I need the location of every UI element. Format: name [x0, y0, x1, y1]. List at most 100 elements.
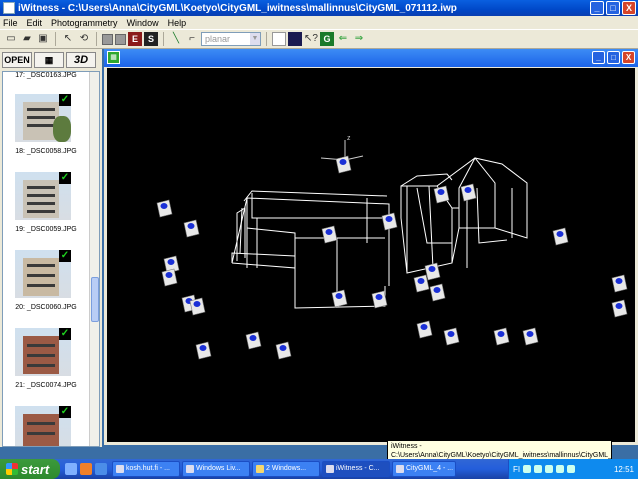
window-icon [116, 465, 124, 473]
task-button[interactable]: Windows Liv... [182, 461, 250, 477]
maximize-button[interactable]: □ [606, 1, 620, 15]
thumbnail-label: 19: _DSC0059.JPG [15, 226, 77, 233]
check-icon[interactable]: ✓ [59, 250, 71, 262]
camera-marker[interactable] [493, 327, 510, 346]
thumbnail-list[interactable]: 17: _DSC0163.JPG ✓ 18: _DSC0058.JPG ✓ 19… [2, 71, 100, 447]
menu-window[interactable]: Window [127, 18, 159, 28]
mode-combo[interactable]: planar ▼ [201, 32, 261, 46]
thumbnail-scrollbar[interactable] [89, 72, 99, 446]
open-icon[interactable]: ▰ [20, 32, 34, 46]
polyline-icon[interactable]: ⌐ [185, 32, 199, 46]
back-arrow-icon[interactable]: ⇐ [336, 32, 350, 46]
help-pointer-icon[interactable]: ↖? [304, 32, 318, 46]
camera-marker[interactable] [156, 199, 173, 218]
camera-marker[interactable] [335, 155, 352, 174]
firefox-icon[interactable] [80, 463, 92, 475]
camera-marker[interactable] [189, 297, 206, 316]
quick-launch [60, 463, 112, 475]
scrollbar-thumb[interactable] [91, 277, 99, 322]
media-icon[interactable] [95, 463, 107, 475]
save-icon[interactable]: ▣ [36, 32, 50, 46]
menu-help[interactable]: Help [168, 18, 187, 28]
camera-marker[interactable] [413, 274, 430, 293]
check-icon[interactable]: ✓ [59, 172, 71, 184]
start-label: start [21, 461, 50, 477]
E-icon[interactable]: E [128, 32, 142, 46]
camera-marker[interactable] [371, 290, 388, 309]
system-tray: FI 12:51 [508, 459, 638, 479]
check-icon[interactable]: ✓ [59, 406, 71, 418]
camera-marker[interactable] [195, 341, 212, 360]
grey-square-icon[interactable] [115, 33, 126, 45]
chevron-down-icon[interactable]: ▼ [250, 33, 260, 45]
start-button[interactable]: start [0, 459, 60, 479]
network-icon[interactable] [567, 465, 576, 473]
camera-marker[interactable] [424, 262, 441, 281]
task-button[interactable]: 2 Windows... [252, 461, 320, 477]
tray-icon[interactable] [523, 465, 532, 473]
camera-marker[interactable] [331, 289, 348, 308]
window-icon [396, 465, 404, 473]
child-close-button[interactable]: X [622, 51, 635, 64]
3d-button[interactable]: 3D [66, 52, 96, 68]
camera-marker[interactable] [321, 225, 338, 244]
task-button[interactable]: kosh.hut.fi - ... [112, 461, 180, 477]
camera-marker[interactable] [275, 341, 292, 360]
camera-marker[interactable] [433, 185, 450, 204]
camera-marker[interactable] [443, 327, 460, 346]
building-2-wireframe [400, 157, 528, 274]
S-icon[interactable]: S [144, 32, 158, 46]
rotate-icon[interactable]: ⟲ [77, 32, 91, 46]
tray-icon[interactable] [534, 465, 543, 473]
camera-marker[interactable] [416, 320, 433, 339]
camera-marker[interactable] [611, 274, 628, 293]
new-icon[interactable]: ▭ [4, 32, 18, 46]
task-button[interactable]: iWitness - C... [322, 461, 390, 477]
camera-marker[interactable] [381, 212, 398, 231]
folder-icon [256, 465, 264, 473]
volume-icon[interactable] [556, 465, 565, 473]
mode-combo-value: planar [205, 34, 231, 44]
language-indicator[interactable]: FI [513, 465, 520, 474]
white-square-icon[interactable] [272, 32, 286, 46]
building-1-wireframe [231, 190, 390, 309]
forward-arrow-icon[interactable]: ⇒ [352, 32, 366, 46]
close-button[interactable]: X [622, 1, 636, 15]
camera-marker[interactable] [460, 183, 477, 202]
menu-edit[interactable]: Edit [27, 18, 43, 28]
tray-icon[interactable] [545, 465, 554, 473]
camera-marker[interactable] [552, 227, 569, 246]
camera-marker[interactable] [183, 219, 200, 238]
grey-square-icon[interactable] [102, 33, 113, 45]
pointer-icon[interactable]: ↖ [61, 32, 75, 46]
toolbar-separator [96, 32, 97, 46]
color-swatch-icon[interactable] [288, 32, 302, 46]
grid-icon[interactable]: ▦ [34, 52, 64, 68]
camera-markers[interactable] [156, 155, 628, 360]
toolbar: ▭ ▰ ▣ ↖ ⟲ E S ╲ ⌐ planar ▼ ↖? G ⇐ ⇒ [0, 29, 638, 49]
check-icon[interactable]: ✓ [59, 328, 71, 340]
3d-view-icon: ▦ [107, 51, 120, 64]
3d-scene[interactable]: z [107, 68, 635, 442]
list-item[interactable]: 17: _DSC0163.JPG [3, 72, 89, 79]
3d-viewport[interactable]: z [107, 68, 635, 442]
camera-marker[interactable] [245, 331, 262, 350]
check-icon[interactable]: ✓ [59, 94, 71, 106]
child-minimize-button[interactable]: _ [592, 51, 605, 64]
open-button[interactable]: OPEN [2, 52, 32, 68]
line-icon[interactable]: ╲ [169, 32, 183, 46]
ie-icon[interactable] [65, 463, 77, 475]
camera-marker[interactable] [429, 283, 446, 302]
camera-marker[interactable] [611, 299, 628, 318]
camera-marker[interactable] [161, 268, 178, 287]
menu-photogrammetry[interactable]: Photogrammetry [51, 18, 118, 28]
camera-marker[interactable] [522, 327, 539, 346]
minimize-button[interactable]: _ [590, 1, 604, 15]
menu-file[interactable]: File [3, 18, 18, 28]
G-icon[interactable]: G [320, 32, 334, 46]
3d-view-window: ▦ _ □ X z [104, 49, 638, 445]
child-maximize-button[interactable]: □ [607, 51, 620, 64]
window-icon [326, 465, 334, 473]
task-button[interactable]: CityGML_4 - ... [392, 461, 456, 477]
left-panel: OPEN ▦ 3D 17: _DSC0163.JPG ✓ 18: _DSC005… [0, 49, 102, 447]
